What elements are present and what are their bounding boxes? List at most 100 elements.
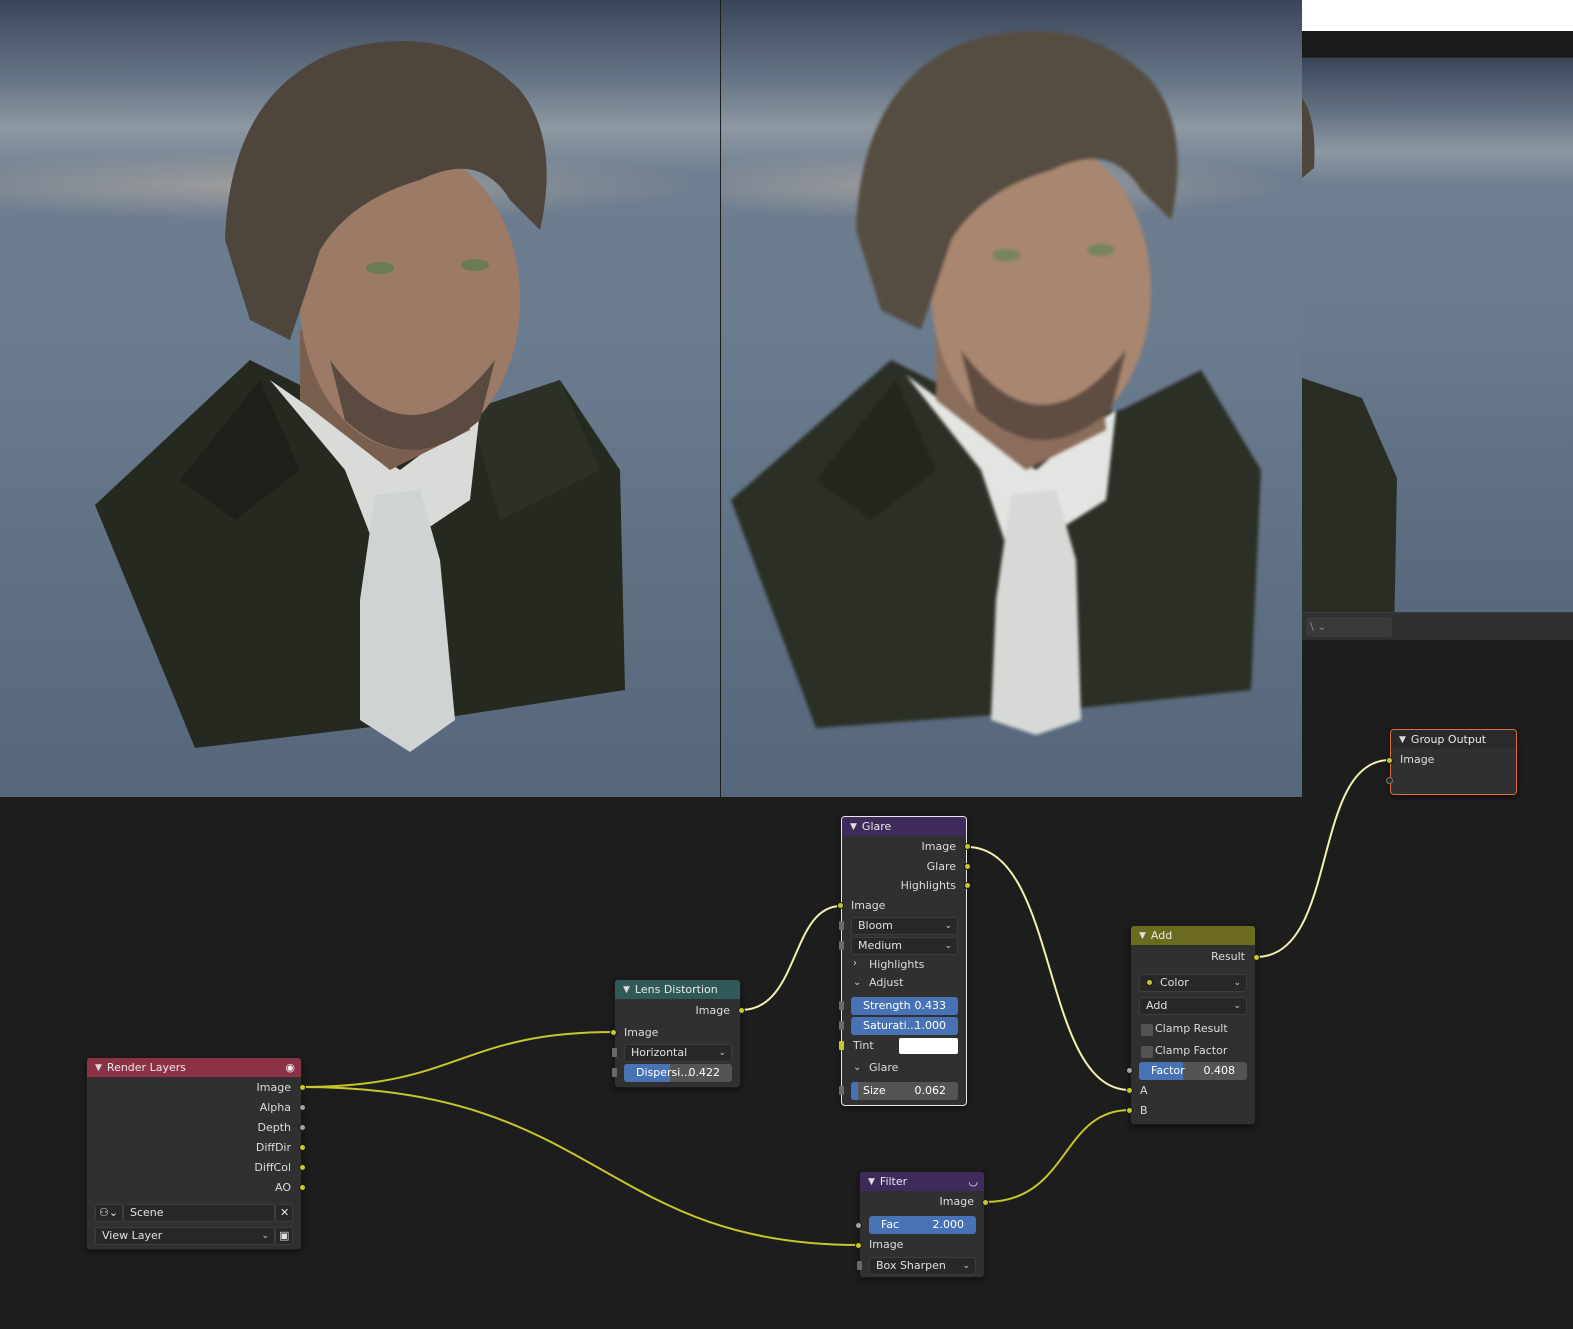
- socket-diffcol-out[interactable]: [299, 1164, 306, 1171]
- view-layer-label: View Layer: [102, 1229, 163, 1242]
- strength-slider[interactable]: Strength 0.433: [851, 997, 958, 1015]
- chevron-down-icon: ⌄: [718, 1048, 726, 1058]
- socket-image-in[interactable]: [837, 902, 844, 909]
- socket-image-in[interactable]: [610, 1029, 617, 1036]
- fac-slider[interactable]: Fac 2.000: [869, 1216, 976, 1234]
- saturation-label: Saturati...: [863, 1019, 918, 1032]
- chevron-down-icon[interactable]: ⌄: [853, 977, 861, 988]
- socket-factor-in[interactable]: [1126, 1067, 1133, 1074]
- collapse-chevron-icon[interactable]: ▼: [1399, 735, 1406, 745]
- image-editor-footer: \ ⌄: [1302, 612, 1573, 640]
- socket-a-in[interactable]: [1126, 1087, 1133, 1094]
- blend-mode-dropdown[interactable]: Add ⌄: [1139, 997, 1247, 1015]
- distortion-mode-dropdown[interactable]: Horizontal ⌄: [624, 1044, 732, 1062]
- chevron-down-icon: ⌄: [1233, 978, 1241, 988]
- render-button-icon[interactable]: ▣: [275, 1227, 293, 1245]
- glare-type-dropdown[interactable]: Bloom ⌄: [851, 917, 958, 935]
- socket-empty-in[interactable]: [1386, 777, 1393, 784]
- filter-type-dropdown[interactable]: Box Sharpen ⌄: [869, 1257, 976, 1275]
- scene-selector-icon[interactable]: ⚇⌄: [95, 1204, 123, 1222]
- add-node[interactable]: ▼ Add Result Color ⌄ Add ⌄ Clamp Result …: [1126, 925, 1260, 1125]
- render-layers-node[interactable]: ▼ Render Layers ◉ Image Alpha Depth Diff…: [86, 1057, 306, 1250]
- render-layers-header[interactable]: ▼ Render Layers ◉: [87, 1058, 301, 1077]
- collapse-chevron-icon[interactable]: ▼: [623, 985, 630, 995]
- highlights-panel-toggle[interactable]: Highlights: [869, 956, 924, 974]
- clamp-result-checkbox[interactable]: [1141, 1024, 1153, 1036]
- socket-depth-out[interactable]: [299, 1124, 306, 1131]
- socket-image-out[interactable]: [738, 1007, 745, 1014]
- socket-type-in[interactable]: [839, 921, 844, 930]
- link-lens-to-glare: [740, 905, 842, 1011]
- filter-node[interactable]: ▼ Filter ◡ Image Fac 2.000 Image Box Sha…: [855, 1171, 989, 1278]
- data-type-dropdown[interactable]: Color ⌄: [1139, 974, 1247, 992]
- add-header[interactable]: ▼ Add: [1131, 926, 1255, 945]
- filter-header[interactable]: ▼ Filter ◡: [860, 1172, 984, 1191]
- collapse-chevron-icon[interactable]: ▼: [95, 1063, 102, 1073]
- glare-header[interactable]: ▼ Glare: [842, 817, 966, 836]
- socket-quality-in[interactable]: [839, 941, 844, 950]
- socket-alpha-out[interactable]: [299, 1104, 306, 1111]
- chevron-down-icon[interactable]: ⌄: [853, 1062, 861, 1073]
- tint-label: Tint: [853, 1039, 874, 1052]
- link-filter-to-add-b: [984, 1109, 1131, 1203]
- glare-quality-label: Medium: [858, 939, 902, 952]
- node-title: Group Output: [1410, 733, 1487, 746]
- socket-size-in[interactable]: [839, 1086, 844, 1095]
- socket-ao-out[interactable]: [299, 1184, 306, 1191]
- socket-saturation-in[interactable]: [839, 1021, 844, 1030]
- portrait-bust-partial: [1302, 98, 1397, 640]
- collapse-chevron-icon[interactable]: ▼: [868, 1177, 875, 1187]
- socket-tint-in[interactable]: [839, 1041, 844, 1050]
- dispersion-slider[interactable]: Dispersi... 0.422: [624, 1064, 732, 1082]
- render-preview-composited: [721, 0, 1302, 797]
- socket-dispersion-in[interactable]: [612, 1068, 617, 1077]
- chevron-right-icon[interactable]: ›: [853, 958, 857, 969]
- collapse-chevron-icon[interactable]: ▼: [1139, 931, 1146, 941]
- group-output-header[interactable]: ▼ Group Output: [1391, 730, 1516, 749]
- socket-mode-in[interactable]: [612, 1048, 617, 1057]
- socket-image-out[interactable]: [964, 843, 971, 850]
- lens-distortion-header[interactable]: ▼ Lens Distortion: [615, 980, 740, 999]
- output-image-label: Image: [695, 1004, 730, 1017]
- socket-fac-in[interactable]: [855, 1222, 862, 1229]
- glare-quality-dropdown[interactable]: Medium ⌄: [851, 937, 958, 955]
- socket-b-in[interactable]: [1126, 1107, 1133, 1114]
- clamp-factor-checkbox[interactable]: [1141, 1046, 1153, 1058]
- eye-icon[interactable]: ◉: [285, 1061, 295, 1074]
- input-a-label: A: [1140, 1084, 1148, 1097]
- factor-value: 0.408: [1203, 1064, 1236, 1077]
- socket-glare-out[interactable]: [964, 863, 971, 870]
- socket-highlights-out[interactable]: [964, 882, 971, 889]
- saturation-slider[interactable]: Saturati... 1.000: [851, 1017, 958, 1035]
- view-mode-dropdown[interactable]: \ ⌄: [1306, 617, 1392, 637]
- socket-diffdir-out[interactable]: [299, 1144, 306, 1151]
- output-result-label: Result: [1211, 950, 1245, 963]
- tint-color-swatch[interactable]: [899, 1038, 958, 1054]
- socket-result-out[interactable]: [1253, 954, 1260, 961]
- scene-field[interactable]: Scene: [123, 1204, 275, 1222]
- socket-strength-in[interactable]: [839, 1001, 844, 1010]
- view-layer-dropdown[interactable]: View Layer ⌄: [95, 1227, 275, 1245]
- scene-clear-button[interactable]: ✕: [275, 1204, 293, 1222]
- socket-image-out[interactable]: [299, 1084, 306, 1091]
- collapse-chevron-icon[interactable]: ▼: [850, 822, 857, 832]
- lens-distortion-node[interactable]: ▼ Lens Distortion Image Image Horizontal…: [610, 979, 745, 1088]
- top-white-bar: [1302, 0, 1573, 31]
- factor-slider[interactable]: Factor 0.408: [1139, 1062, 1247, 1080]
- size-slider[interactable]: Size 0.062: [851, 1082, 958, 1100]
- preview-toggle-icon[interactable]: ◡: [968, 1175, 978, 1188]
- group-output-node[interactable]: ▼ Group Output Image: [1386, 729, 1517, 795]
- adjust-panel-toggle[interactable]: Adjust: [869, 974, 903, 992]
- blend-mode-label: Add: [1146, 999, 1168, 1012]
- glare-node[interactable]: ▼ Glare Image Glare Highlights Image Blo…: [837, 816, 971, 1106]
- socket-image-in[interactable]: [855, 1242, 862, 1249]
- socket-image-out[interactable]: [982, 1199, 989, 1206]
- chevron-down-icon: ⌄: [261, 1231, 269, 1241]
- node-title: Add: [1150, 929, 1173, 942]
- socket-type-in[interactable]: [857, 1261, 862, 1270]
- socket-image-in[interactable]: [1386, 757, 1393, 764]
- strength-value: 0.433: [914, 999, 947, 1012]
- strength-label: Strength: [863, 999, 911, 1012]
- render-preview-partial: [1302, 58, 1573, 640]
- glare-panel-toggle[interactable]: Glare: [869, 1059, 898, 1077]
